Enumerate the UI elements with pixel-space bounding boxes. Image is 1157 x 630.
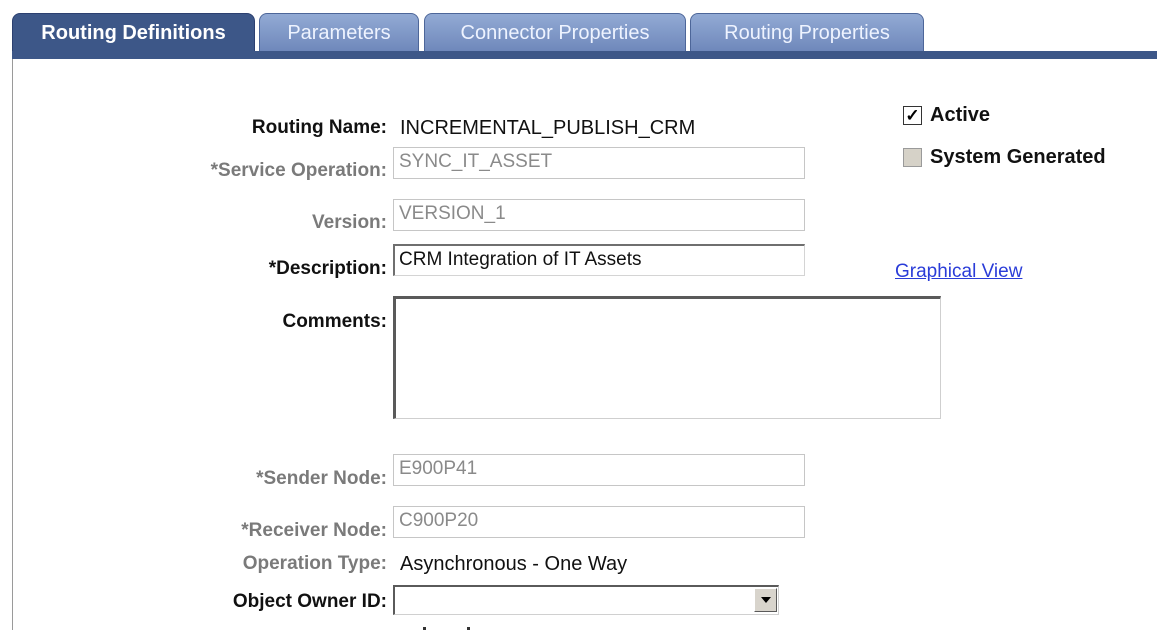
sender-node-label: *Sender Node: bbox=[256, 468, 387, 489]
comments-textarea[interactable] bbox=[393, 296, 941, 419]
version-label: Version: bbox=[312, 212, 387, 233]
description-input[interactable]: CRM Integration of IT Assets bbox=[393, 244, 805, 276]
system-generated-checkbox-label: System Generated bbox=[930, 146, 1106, 168]
tab-routing-definitions[interactable]: Routing Definitions bbox=[12, 13, 255, 51]
routing-name-label: Routing Name: bbox=[251, 117, 387, 138]
service-operation-label: *Service Operation: bbox=[210, 160, 387, 181]
operation-type-label: Operation Type: bbox=[242, 553, 387, 574]
active-checkbox-label: Active bbox=[930, 104, 991, 126]
tab-connector-properties[interactable]: Connector Properties bbox=[424, 13, 686, 51]
service-operation-field: SYNC_IT_ASSET bbox=[393, 147, 805, 179]
dropdown-arrow-button[interactable] bbox=[754, 588, 777, 612]
tab-parameters[interactable]: Parameters bbox=[259, 13, 419, 51]
content-left-border bbox=[12, 59, 13, 630]
system-generated-checkbox bbox=[903, 148, 922, 167]
routing-name-value: INCREMENTAL_PUBLISH_CRM bbox=[400, 117, 696, 139]
operation-type-value: Asynchronous - One Way bbox=[400, 553, 628, 575]
sender-node-field: E900P41 bbox=[393, 454, 805, 486]
version-field: VERSION_1 bbox=[393, 199, 805, 231]
tab-baseline bbox=[12, 51, 1157, 59]
object-owner-id-select[interactable] bbox=[393, 585, 779, 615]
description-label: *Description: bbox=[268, 258, 387, 279]
chevron-down-icon bbox=[761, 597, 771, 603]
graphical-view-link[interactable]: Graphical View bbox=[895, 261, 1022, 283]
receiver-node-field: C900P20 bbox=[393, 506, 805, 538]
checkmark-icon: ✓ bbox=[905, 106, 920, 125]
object-owner-id-label: Object Owner ID: bbox=[232, 591, 387, 612]
tab-strip: Routing Definitions Parameters Connector… bbox=[0, 0, 1157, 59]
active-checkbox[interactable]: ✓ bbox=[903, 106, 922, 125]
comments-label: Comments: bbox=[282, 311, 387, 332]
receiver-node-label: *Receiver Node: bbox=[241, 520, 387, 541]
tab-routing-properties[interactable]: Routing Properties bbox=[690, 13, 924, 51]
